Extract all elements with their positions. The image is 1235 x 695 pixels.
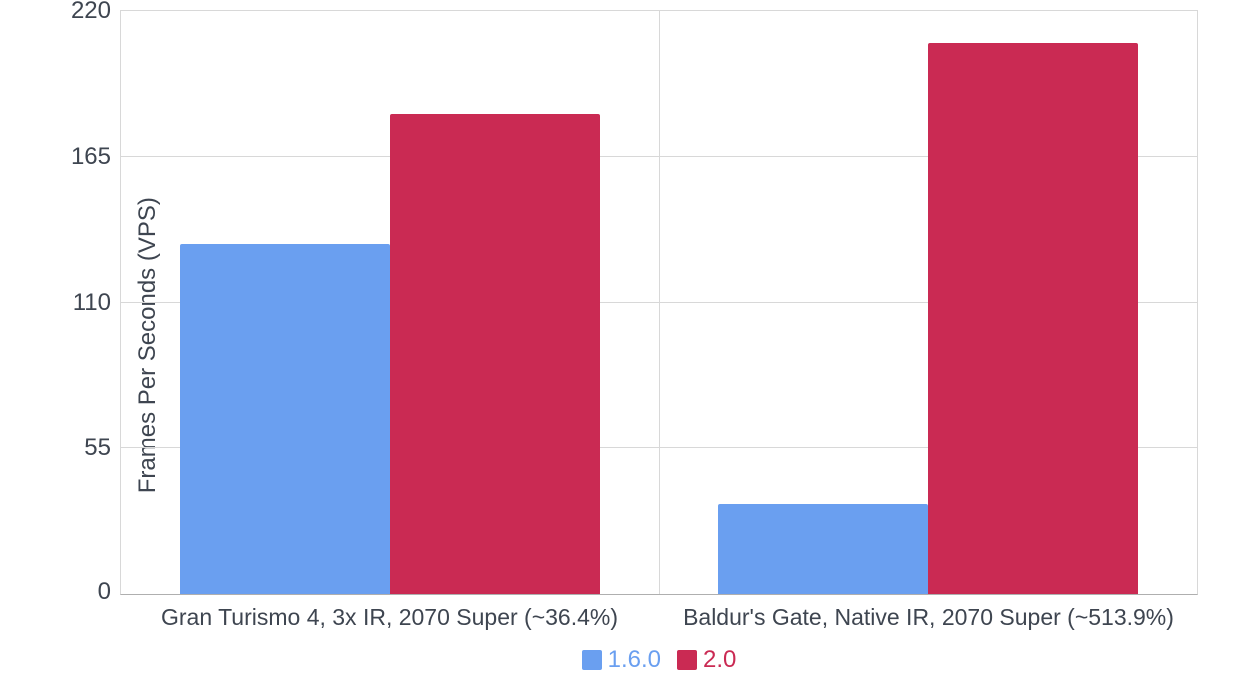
legend-swatch-icon: [582, 650, 602, 670]
category-labels: Gran Turismo 4, 3x IR, 2070 Super (~36.4…: [120, 600, 1198, 631]
legend-label: 1.6.0: [608, 646, 661, 674]
bar-s1-c1: [928, 43, 1138, 594]
bar-group-0: [121, 11, 660, 594]
chart-container: Frames Per Seconds (VPS) 0 55 110 165 22…: [0, 0, 1235, 695]
y-tick-110: 110: [73, 289, 121, 317]
y-tick-165: 165: [71, 143, 121, 171]
bar-s1-c0: [390, 114, 600, 594]
bar-s0-c0: [180, 244, 390, 594]
bar-s0-c1: [718, 504, 928, 594]
y-tick-0: 0: [98, 578, 121, 606]
y-tick-55: 55: [84, 434, 121, 462]
plot-area: 0 55 110 165 220: [120, 10, 1198, 595]
bar-groups: [121, 11, 1197, 594]
legend-label: 2.0: [703, 646, 736, 674]
legend: 1.6.0 2.0: [120, 646, 1198, 674]
bar-group-1: [660, 11, 1198, 594]
category-label-0: Gran Turismo 4, 3x IR, 2070 Super (~36.4…: [120, 600, 659, 631]
legend-item-1[interactable]: 2.0: [677, 646, 736, 674]
y-tick-220: 220: [71, 0, 121, 25]
category-label-1: Baldur's Gate, Native IR, 2070 Super (~5…: [659, 600, 1198, 631]
legend-swatch-icon: [677, 650, 697, 670]
legend-item-0[interactable]: 1.6.0: [582, 646, 661, 674]
